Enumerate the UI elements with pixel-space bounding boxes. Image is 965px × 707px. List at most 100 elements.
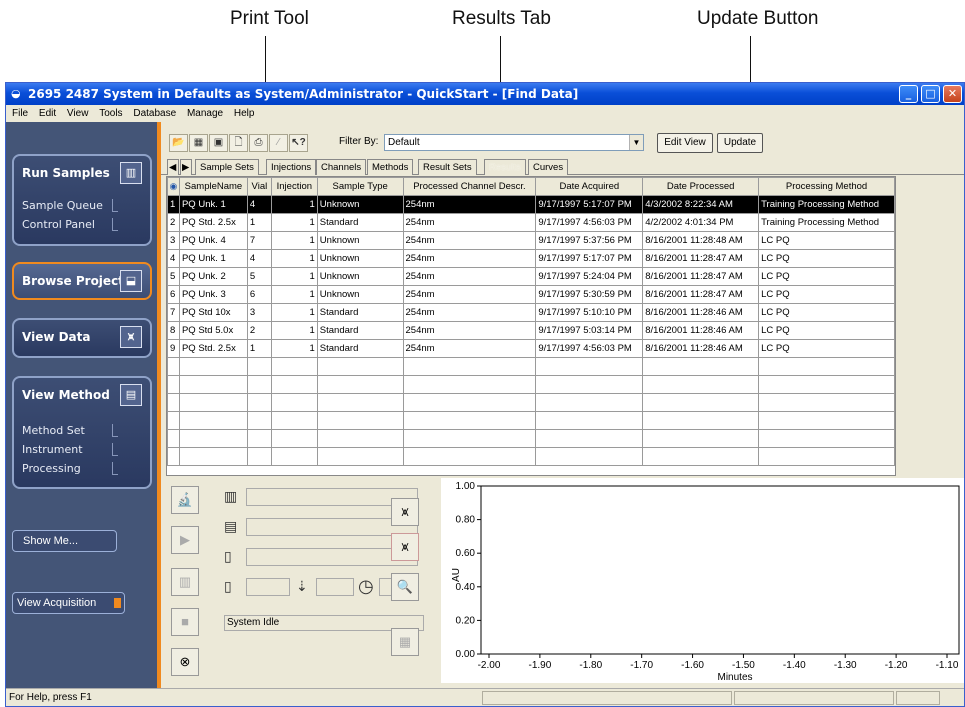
process-button[interactable]: ▶: [171, 526, 199, 554]
column-header[interactable]: Date Acquired: [535, 177, 644, 196]
control-panel-link[interactable]: Control Panel: [22, 218, 118, 231]
table-cell: [402, 357, 537, 376]
table-cell: [178, 357, 248, 376]
help-pointer-icon[interactable]: ↖?: [289, 134, 308, 152]
abort-button[interactable]: ⊗: [171, 648, 199, 676]
browse-project-button[interactable]: Browse Project ⬓: [12, 262, 152, 300]
sample-name-icon: ▯: [224, 548, 232, 564]
vial-field: [246, 578, 290, 596]
wand-icon[interactable]: ⁄: [269, 134, 288, 152]
tab-channels[interactable]: Channels: [316, 159, 367, 175]
table-cell: 254nm: [402, 321, 537, 340]
table-cell: 4: [246, 195, 272, 214]
column-header[interactable]: Processing Method: [758, 177, 895, 196]
print-icon[interactable]: ⎙: [249, 134, 268, 152]
x-tick-label: -1.10: [936, 660, 959, 671]
table-cell: Training Processing Method: [758, 195, 895, 214]
title-bar[interactable]: ◒ 2695 2487 System in Defaults as System…: [6, 83, 964, 105]
instrument-link[interactable]: Instrument: [22, 443, 118, 456]
table-cell: 9/17/1997 5:37:56 PM: [535, 231, 644, 250]
view-acquisition-button[interactable]: View Acquisition: [12, 592, 125, 614]
filter-label: Filter By:: [339, 136, 379, 147]
menu-file[interactable]: File: [12, 108, 28, 119]
minimize-button[interactable]: _: [899, 85, 918, 103]
tab-result-sets[interactable]: Result Sets: [418, 159, 477, 175]
window-icon[interactable]: ▣: [209, 134, 228, 152]
overlay-view-icon[interactable]: ⩙: [391, 533, 419, 561]
view-method-button[interactable]: View Method ▤ Method Set Instrument Proc…: [12, 376, 152, 489]
chevron-down-icon[interactable]: ▼: [629, 135, 643, 150]
table-row[interactable]: 9 PQ Std. 2.5x 1 1 Standard 254nm 9/17/1997 4:…: [167, 339, 895, 358]
scroll-left-icon[interactable]: ◀: [167, 159, 179, 175]
table-row[interactable]: 2 PQ Std. 2.5x 1 1 Standard 254nm 9/17/1997 4:…: [167, 213, 895, 232]
select-all-icon[interactable]: ◉: [167, 177, 180, 196]
maximize-button[interactable]: □: [921, 85, 940, 103]
column-header[interactable]: Processed Channel Descr.: [402, 177, 537, 196]
chromatogram-plot: 1.00 0.80 0.60 0.40 0.20 0.00 -2.00 -1.90 -1.80 -…: [441, 478, 964, 683]
table-view-icon[interactable]: ▦: [391, 628, 419, 656]
show-me-button[interactable]: Show Me...: [12, 530, 117, 552]
vial-tray-button[interactable]: ▥: [171, 568, 199, 596]
edit-view-button[interactable]: Edit View: [657, 133, 713, 153]
filter-select[interactable]: Default ▼: [384, 134, 644, 151]
stop-button[interactable]: ■: [171, 608, 199, 636]
table-cell: [535, 411, 644, 430]
view-acquisition-label: View Acquisition: [17, 597, 97, 609]
tab-curves[interactable]: Curves: [528, 159, 569, 175]
method-set-link[interactable]: Method Set: [22, 424, 118, 437]
table-row[interactable]: 5 PQ Unk. 2 5 1 Unknown 254nm 9/17/1997 5:24:0…: [167, 267, 895, 286]
zoom-view-icon[interactable]: 🔍: [391, 573, 419, 601]
table-cell: 7: [167, 303, 180, 322]
column-header[interactable]: SampleName: [178, 177, 248, 196]
menu-manage[interactable]: Manage: [187, 108, 223, 119]
column-header[interactable]: Date Processed: [642, 177, 760, 196]
table-cell: 5: [246, 267, 272, 286]
table-row[interactable]: [167, 411, 895, 430]
menu-tools[interactable]: Tools: [99, 108, 122, 119]
table-row[interactable]: [167, 375, 895, 394]
table-row[interactable]: 1 PQ Unk. 1 4 1 Unknown 254nm 9/17/1997 5:17:0…: [167, 195, 895, 214]
sample-set-icon: ▥: [224, 488, 238, 504]
table-row[interactable]: 7 PQ Std 10x 3 1 Standard 254nm 9/17/1997 5:10…: [167, 303, 895, 322]
table-row[interactable]: 3 PQ Unk. 4 7 1 Unknown 254nm 9/17/1997 5:37:5…: [167, 231, 895, 250]
table-row[interactable]: 4 PQ Unk. 1 4 1 Unknown 254nm 9/17/1997 5:17:0…: [167, 249, 895, 268]
update-button[interactable]: Update: [717, 133, 763, 153]
processing-link[interactable]: Processing: [22, 462, 118, 475]
table-cell: [246, 357, 272, 376]
table-row[interactable]: 8 PQ Std 5.0x 2 1 Standard 254nm 9/17/1997 5:0…: [167, 321, 895, 340]
tab-injections[interactable]: Injections: [266, 159, 317, 175]
menu-database[interactable]: Database: [133, 108, 176, 119]
table-row[interactable]: [167, 447, 895, 466]
menu-help[interactable]: Help: [234, 108, 255, 119]
spreadsheet-icon[interactable]: ▦: [189, 134, 208, 152]
results-table: ◉ SampleName Vial Injection Sample Type Proce…: [166, 176, 896, 476]
chromatogram-view-icon[interactable]: ⩙: [391, 498, 419, 526]
column-header[interactable]: Vial: [246, 177, 272, 196]
table-cell: [535, 357, 644, 376]
table-row[interactable]: 6 PQ Unk. 3 6 1 Unknown 254nm 9/17/1997 5:30:5…: [167, 285, 895, 304]
table-row[interactable]: [167, 357, 895, 376]
probe-tool-button[interactable]: 🔬: [171, 486, 199, 514]
scroll-right-icon[interactable]: ▶: [180, 159, 192, 175]
close-button[interactable]: ✕: [943, 85, 962, 103]
run-samples-button[interactable]: Run Samples ▥ Sample Queue Control Panel: [12, 154, 152, 246]
tab-methods[interactable]: Methods: [367, 159, 414, 175]
table-row[interactable]: [167, 393, 895, 412]
column-header[interactable]: Injection: [270, 177, 318, 196]
open-folder-icon[interactable]: 📂: [169, 134, 188, 152]
table-cell: 9/17/1997 4:56:03 PM: [535, 213, 644, 232]
sample-queue-link[interactable]: Sample Queue: [22, 199, 118, 212]
menu-edit[interactable]: Edit: [39, 108, 56, 119]
menu-view[interactable]: View: [67, 108, 89, 119]
status-panel: [896, 691, 940, 705]
view-data-button[interactable]: View Data ⩙: [12, 318, 152, 358]
table-cell: 1: [167, 195, 180, 214]
tab-sample-sets[interactable]: Sample Sets: [195, 159, 259, 175]
table-cell: [246, 411, 272, 430]
column-header[interactable]: Sample Type: [316, 177, 404, 196]
x-tick-label: -1.80: [579, 660, 602, 671]
x-tick-label: -1.70: [630, 660, 653, 671]
table-row[interactable]: [167, 429, 895, 448]
tab-results[interactable]: Results: [484, 159, 526, 175]
print-preview-icon[interactable]: 🗋: [229, 134, 248, 152]
